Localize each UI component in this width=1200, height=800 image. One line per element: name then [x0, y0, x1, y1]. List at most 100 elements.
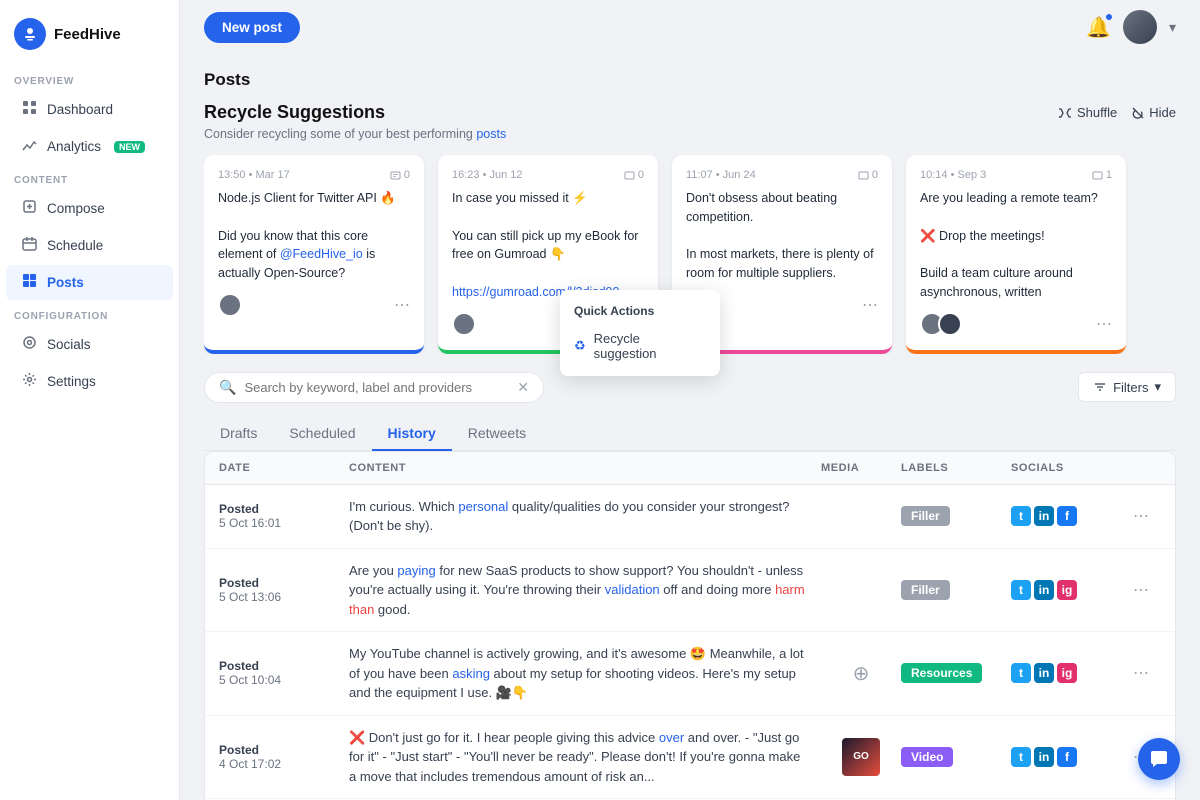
row-3-label: Resources: [901, 663, 982, 683]
row-4-label: Video: [901, 747, 953, 767]
row-2-label: Filler: [901, 580, 950, 600]
row-4-datetime: 4 Oct 17:02: [219, 757, 349, 771]
recycle-icon: ♻: [574, 338, 586, 354]
app-name: FeedHive: [54, 26, 121, 43]
shuffle-label: Shuffle: [1077, 105, 1117, 120]
sidebar-item-compose-label: Compose: [47, 201, 105, 216]
card-1-avatar: [218, 293, 242, 317]
posts-icon: [20, 273, 38, 292]
card-4-text: Are you leading a remote team?❌ Drop the…: [920, 189, 1112, 302]
row-3-more-button[interactable]: ⋯: [1121, 663, 1161, 683]
card-1-more-button[interactable]: ⋯: [394, 295, 410, 315]
logo-icon: [14, 18, 46, 50]
card-3-more-button[interactable]: ⋯: [862, 295, 878, 315]
sidebar: FeedHive OVERVIEW Dashboard Analytics NE…: [0, 0, 180, 800]
sidebar-item-posts-label: Posts: [47, 275, 84, 290]
search-clear-icon[interactable]: ✕: [517, 379, 529, 396]
row-2-socials: t in ig: [1011, 580, 1121, 600]
chat-bubble-button[interactable]: [1138, 738, 1180, 780]
recycle-actions: Shuffle Hide: [1058, 105, 1176, 120]
card-1-text: Node.js Client for Twitter API 🔥Did you …: [218, 189, 410, 283]
sidebar-item-analytics-label: Analytics: [47, 139, 101, 154]
analytics-badge: NEW: [114, 141, 145, 153]
notifications[interactable]: 🔔: [1086, 15, 1111, 40]
twitter-icon: t: [1011, 580, 1031, 600]
row-1-more-button[interactable]: ⋯: [1121, 506, 1161, 526]
row-2-content: Are you paying for new SaaS products to …: [349, 561, 821, 620]
row-4-content: ❌ Don't just go for it. I hear people gi…: [349, 728, 821, 787]
twitter-icon: t: [1011, 747, 1031, 767]
th-labels: LABELS: [901, 462, 1011, 474]
search-box: 🔍 ✕: [204, 372, 544, 403]
tab-history[interactable]: History: [372, 417, 452, 451]
overview-section-label: OVERVIEW: [0, 66, 179, 91]
row-3-datetime: 5 Oct 10:04: [219, 673, 349, 687]
table-row: Posted 5 Oct 13:06 Are you paying for ne…: [205, 549, 1175, 633]
sidebar-item-dashboard[interactable]: Dashboard: [6, 92, 173, 127]
table-header: DATE CONTENT MEDIA LABELS SOCIALS: [205, 452, 1175, 485]
row-3-socials: t in ig: [1011, 663, 1121, 683]
filters-chevron-icon: ▾: [1154, 379, 1161, 395]
th-date: DATE: [219, 462, 349, 474]
row-1-labels: Filler: [901, 506, 1011, 526]
sidebar-item-schedule[interactable]: Schedule: [6, 228, 173, 263]
hide-label: Hide: [1149, 105, 1176, 120]
content-area: Posts Recycle Suggestions Shuffle Hide C: [180, 54, 1200, 800]
card-1-avatars: [218, 293, 236, 317]
quick-actions-header: Quick Actions: [560, 298, 720, 324]
card-1-footer: ⋯: [218, 293, 410, 317]
card-1-count: 0: [404, 169, 410, 181]
row-1-socials: t in f: [1011, 506, 1121, 526]
user-avatar[interactable]: [1123, 10, 1157, 44]
avatar-image: [1123, 10, 1157, 44]
card-4-meta: 10:14 • Sep 3 1: [920, 169, 1112, 181]
socials-icon: [20, 335, 38, 354]
dashboard-icon: [20, 100, 38, 119]
row-2-more-button[interactable]: ⋯: [1121, 580, 1161, 600]
filters-button[interactable]: Filters ▾: [1078, 372, 1176, 402]
row-3-labels: Resources: [901, 663, 1011, 683]
search-input[interactable]: [244, 380, 509, 395]
sidebar-item-socials[interactable]: Socials: [6, 327, 173, 362]
card-3-text: Don't obsess about beating competition.I…: [686, 189, 878, 283]
filters-label: Filters: [1113, 380, 1148, 395]
recycle-link[interactable]: posts: [476, 127, 506, 141]
recycle-suggestion-button[interactable]: ♻ Recycle suggestion: [560, 324, 720, 368]
table-row: Posted 5 Oct 10:04 My YouTube channel is…: [205, 632, 1175, 716]
sidebar-item-analytics[interactable]: Analytics NEW: [6, 129, 173, 164]
linkedin-icon: in: [1034, 580, 1054, 600]
tab-retweets[interactable]: Retweets: [452, 417, 542, 451]
new-post-button[interactable]: New post: [204, 12, 300, 43]
row-2-status: Posted: [219, 576, 349, 590]
recycle-card-4: 10:14 • Sep 3 1 Are you leading a remote…: [906, 155, 1126, 354]
compose-icon: [20, 199, 38, 218]
shuffle-button[interactable]: Shuffle: [1058, 105, 1117, 120]
tab-drafts[interactable]: Drafts: [204, 417, 273, 451]
row-2-labels: Filler: [901, 580, 1011, 600]
card-3-meta: 11:07 • Jun 24 0: [686, 169, 878, 181]
configuration-section-label: CONFIGURATION: [0, 301, 179, 326]
sidebar-item-schedule-label: Schedule: [47, 238, 103, 253]
sidebar-item-dashboard-label: Dashboard: [47, 102, 113, 117]
row-1-status: Posted: [219, 502, 349, 516]
tab-scheduled[interactable]: Scheduled: [273, 417, 371, 451]
table-row: Posted 5 Oct 16:01 I'm curious. Which pe…: [205, 485, 1175, 549]
row-4-media: GO: [821, 738, 901, 776]
main-content: New post 🔔 ▾ Posts Recycle Suggestions S…: [180, 0, 1200, 800]
linkedin-icon: in: [1034, 747, 1054, 767]
sidebar-item-compose[interactable]: Compose: [6, 191, 173, 226]
card-4-avatars: [920, 312, 956, 336]
media-add-icon: ⊕: [853, 661, 870, 686]
row-4-date: Posted 4 Oct 17:02: [219, 743, 349, 771]
content-section-label: CONTENT: [0, 165, 179, 190]
sidebar-item-posts[interactable]: Posts: [6, 265, 173, 300]
instagram-icon: ig: [1057, 663, 1077, 683]
sidebar-item-settings[interactable]: Settings: [6, 364, 173, 399]
sidebar-item-settings-label: Settings: [47, 374, 96, 389]
card-4-more-button[interactable]: ⋯: [1096, 314, 1112, 334]
notification-dot: [1105, 13, 1113, 21]
avatar-chevron[interactable]: ▾: [1169, 19, 1176, 36]
card-2-text: In case you missed it ⚡You can still pic…: [452, 189, 644, 302]
linkedin-icon: in: [1034, 506, 1054, 526]
hide-button[interactable]: Hide: [1131, 105, 1176, 120]
